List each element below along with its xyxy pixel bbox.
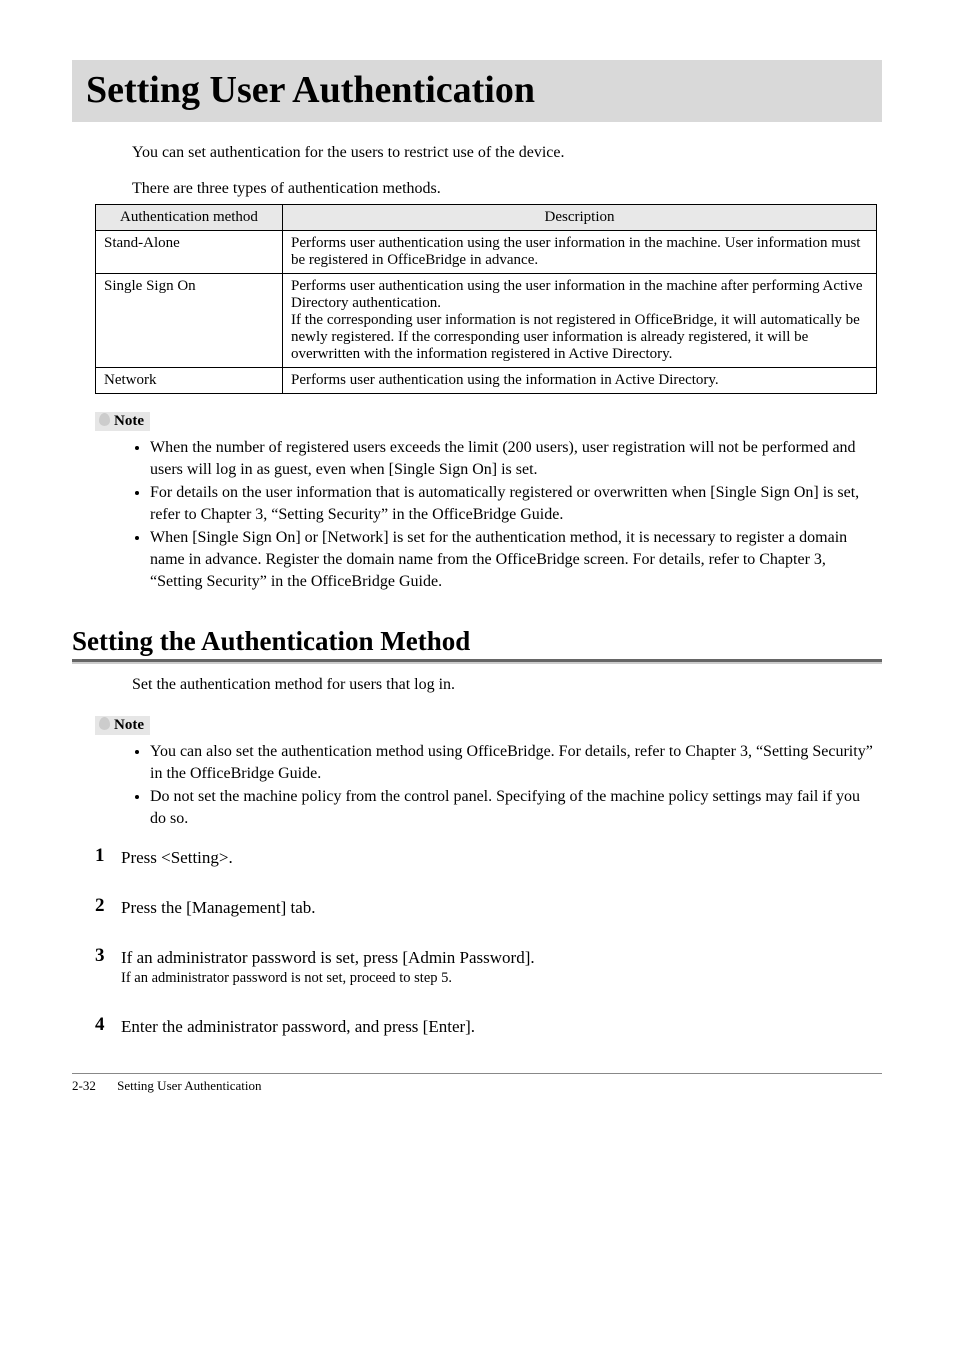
step-item: 2 Press the [Management] tab.	[95, 898, 877, 918]
footer-page-number: 2-32	[72, 1078, 96, 1094]
step-note: If an administrator password is not set,…	[121, 970, 877, 987]
step-item: 3 If an administrator password is set, p…	[95, 948, 877, 987]
note-label: Note	[95, 716, 150, 735]
table-header-description: Description	[283, 205, 877, 231]
list-item: Do not set the machine policy from the c…	[150, 786, 877, 829]
table-cell-description: Performs user authentication using the u…	[283, 274, 877, 368]
note-label-text: Note	[114, 717, 144, 733]
step-body: Press <Setting>.	[121, 848, 877, 868]
step-body: Press the [Management] tab.	[121, 898, 877, 918]
note-label: Note	[95, 412, 150, 431]
step-item: 1 Press <Setting>.	[95, 848, 877, 868]
notes-list-2: You can also set the authentication meth…	[132, 741, 877, 829]
step-item: 4 Enter the administrator password, and …	[95, 1017, 877, 1037]
page-title: Setting User Authentication	[86, 68, 868, 112]
notes-list-1: When the number of registered users exce…	[132, 437, 877, 592]
step-body: If an administrator password is set, pre…	[121, 948, 877, 968]
footer-title: Setting User Authentication	[117, 1078, 261, 1093]
page-footer: 2-32 Setting User Authentication	[72, 1073, 882, 1094]
section-heading: Setting the Authentication Method	[72, 626, 882, 662]
note-icon	[99, 717, 110, 730]
step-number: 3	[95, 945, 105, 967]
step-number: 4	[95, 1014, 105, 1036]
note-label-text: Note	[114, 413, 144, 429]
step-body: Enter the administrator password, and pr…	[121, 1017, 877, 1037]
intro-paragraph-2: There are three types of authentication …	[132, 180, 877, 198]
step-number: 1	[95, 845, 105, 867]
table-row: Single Sign On Performs user authenticat…	[96, 274, 877, 368]
table-cell-method: Single Sign On	[96, 274, 283, 368]
auth-methods-table: Authentication method Description Stand-…	[95, 204, 877, 394]
table-header-method: Authentication method	[96, 205, 283, 231]
table-cell-description: Performs user authentication using the i…	[283, 368, 877, 394]
table-cell-description: Performs user authentication using the u…	[283, 231, 877, 274]
steps-list: 1 Press <Setting>. 2 Press the [Manageme…	[132, 848, 877, 1037]
list-item: For details on the user information that…	[150, 482, 877, 525]
note-icon	[99, 413, 110, 426]
table-row: Stand-Alone Performs user authentication…	[96, 231, 877, 274]
table-cell-method: Stand-Alone	[96, 231, 283, 274]
list-item: You can also set the authentication meth…	[150, 741, 877, 784]
step-number: 2	[95, 895, 105, 917]
table-row: Network Performs user authentication usi…	[96, 368, 877, 394]
intro-paragraph-1: You can set authentication for the users…	[132, 144, 877, 162]
table-cell-method: Network	[96, 368, 283, 394]
page-title-band: Setting User Authentication	[72, 60, 882, 122]
list-item: When [Single Sign On] or [Network] is se…	[150, 527, 877, 592]
section-lead-text: Set the authentication method for users …	[132, 676, 877, 694]
list-item: When the number of registered users exce…	[150, 437, 877, 480]
